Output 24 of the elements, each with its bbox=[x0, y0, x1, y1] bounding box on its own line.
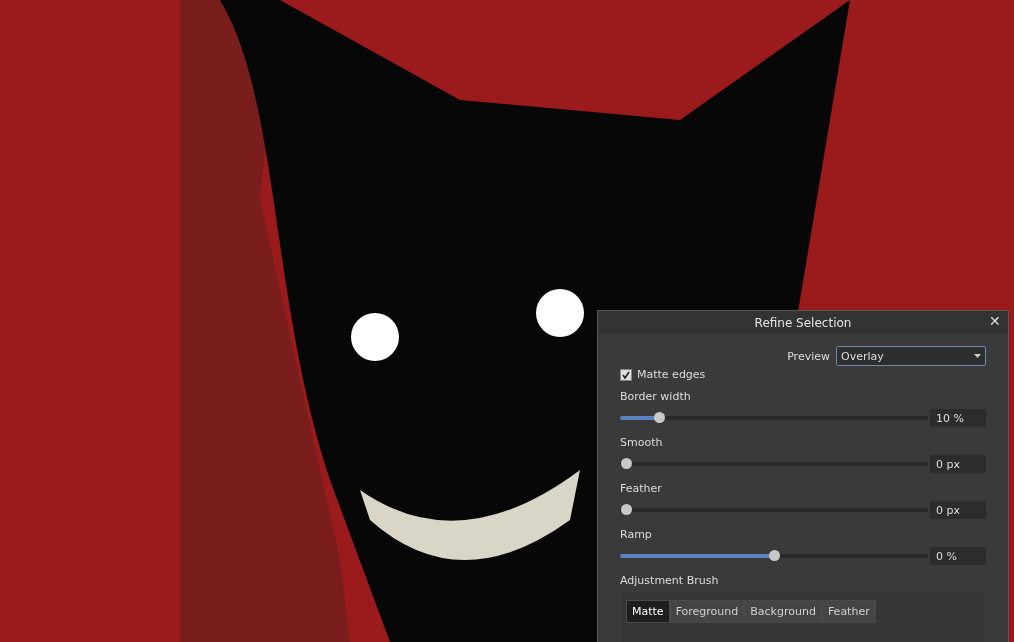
value-field[interactable]: 0 px bbox=[930, 455, 986, 473]
dialog-title: Refine Selection bbox=[754, 315, 852, 330]
preview-dropdown[interactable]: Overlay bbox=[836, 346, 986, 366]
slider-label: Feather bbox=[620, 482, 663, 495]
brush-mode-button[interactable]: Matte bbox=[626, 600, 670, 623]
value-field[interactable]: 10 % bbox=[930, 409, 986, 427]
brush-mode-button[interactable]: Foreground bbox=[669, 600, 745, 623]
slider-label: Ramp bbox=[620, 528, 653, 541]
slider-thumb[interactable] bbox=[769, 550, 780, 561]
value-field[interactable]: 0 % bbox=[930, 547, 986, 565]
slider-thumb[interactable] bbox=[621, 458, 632, 469]
caret-icon bbox=[974, 354, 981, 358]
value-field[interactable]: 0 px bbox=[930, 501, 986, 519]
preview-label: Preview bbox=[787, 349, 830, 363]
slider-thumb[interactable] bbox=[621, 504, 632, 515]
slider-label: Smooth bbox=[620, 436, 664, 449]
brush-mode-button[interactable]: Feather bbox=[821, 600, 876, 623]
slider-thumb[interactable] bbox=[653, 412, 665, 423]
slider-label: Border width bbox=[620, 390, 692, 403]
brush-mode-button[interactable]: Background bbox=[744, 600, 822, 623]
close-button[interactable]: ✕ bbox=[986, 313, 1004, 329]
matte-edges-checkbox[interactable] bbox=[620, 368, 632, 381]
matte-edges-label: Matte edges bbox=[637, 368, 706, 381]
adjustment-brush-label: Adjustment Brush bbox=[620, 574, 720, 587]
